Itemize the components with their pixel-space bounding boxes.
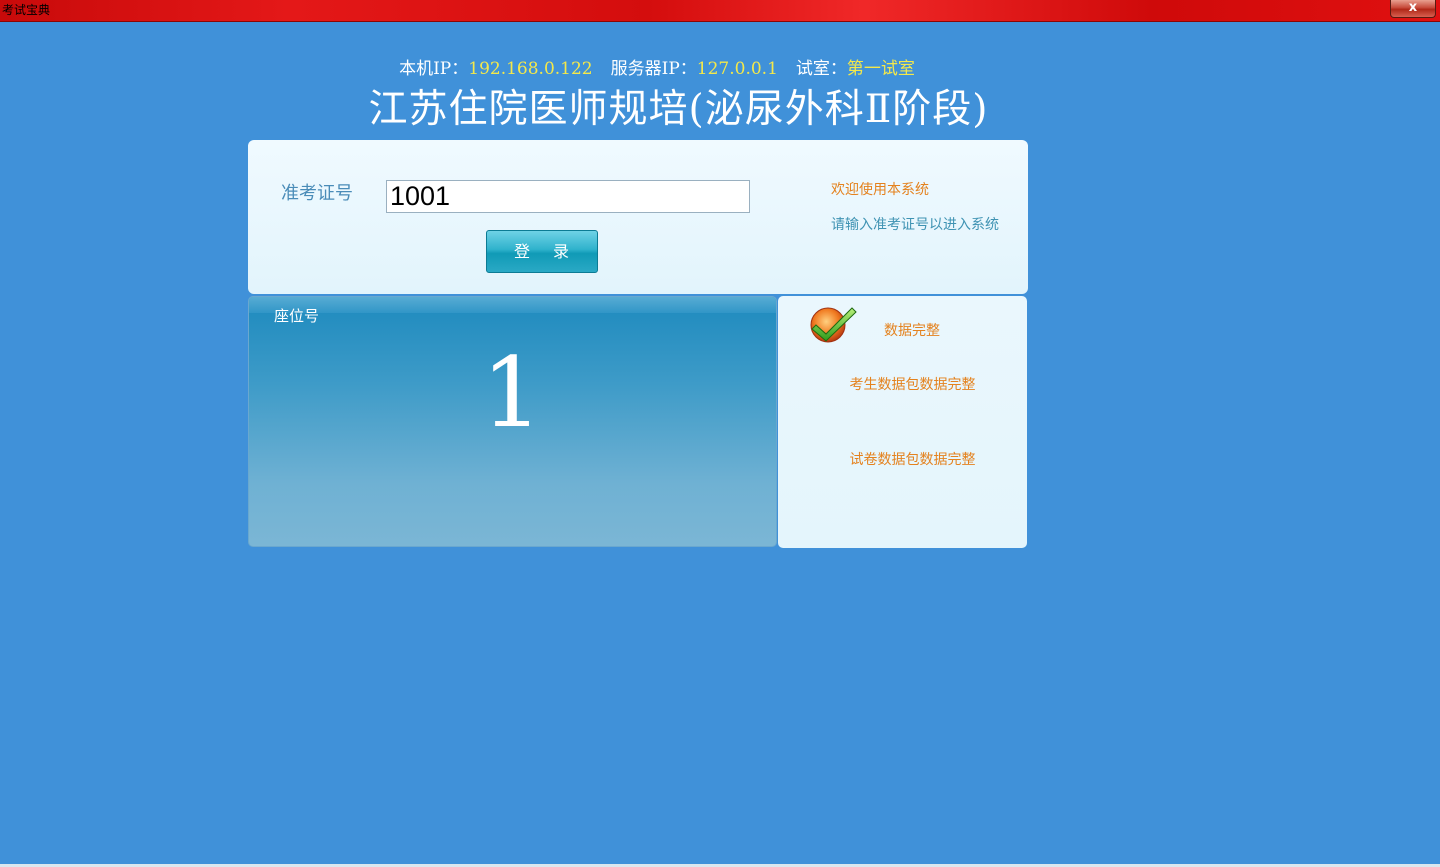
welcome-text: 欢迎使用本系统 (831, 182, 929, 198)
admission-number-label: 准考证号 (281, 183, 353, 204)
check-icon (810, 307, 857, 343)
student-package-status: 考生数据包数据完整 (849, 377, 976, 393)
seat-panel: 座位号 1 (248, 296, 777, 547)
seat-label: 座位号 (274, 307, 320, 325)
local-ip-label: 本机IP： (399, 59, 469, 79)
paper-package-status: 试卷数据包数据完整 (849, 452, 976, 468)
connection-info: 本机IP：192.168.0.122 服务器IP：127.0.0.1 试室：第一试室 (0, 54, 1314, 79)
server-ip-value: 127.0.0.1 (696, 59, 778, 79)
exam-title: 江苏住院医师规培(泌尿外科Ⅱ阶段) (368, 87, 989, 132)
login-button[interactable]: 登 录 (486, 230, 598, 273)
seat-number: 1 (481, 337, 543, 449)
room-label: 试室： (795, 59, 847, 79)
admission-number-input[interactable] (386, 180, 750, 213)
data-complete-status: 数据完整 (884, 323, 940, 339)
title-bar: 考试宝典 x (0, 0, 1440, 22)
close-button[interactable]: x (1390, 0, 1436, 18)
room-value: 第一试室 (846, 59, 915, 79)
hint-text: 请输入准考证号以进入系统 (831, 217, 999, 233)
login-panel: 准考证号 登 录 欢迎使用本系统 请输入准考证号以进入系统 (248, 140, 1028, 294)
local-ip-value: 192.168.0.122 (468, 59, 593, 79)
seat-panel-header (249, 297, 776, 313)
window-title: 考试宝典 (2, 3, 51, 17)
server-ip-label: 服务器IP： (610, 59, 697, 79)
status-panel: 数据完整 考生数据包数据完整 试卷数据包数据完整 (778, 296, 1027, 548)
